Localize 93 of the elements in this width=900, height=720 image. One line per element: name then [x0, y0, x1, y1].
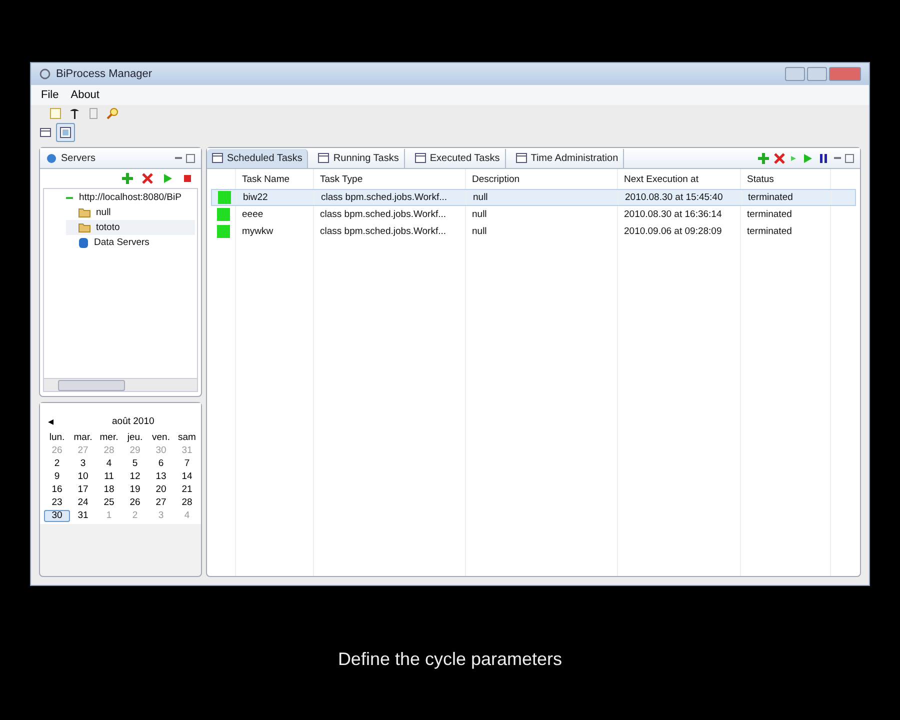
calendar-day[interactable]: 25 — [96, 497, 122, 509]
tab[interactable]: Time Administration — [510, 148, 624, 168]
play-icon[interactable] — [162, 173, 173, 184]
calendar-day[interactable]: 18 — [96, 484, 122, 496]
menu-item[interactable]: File — [41, 89, 59, 101]
table-row[interactable]: biw22 class bpm.sched.jobs.Workf... null 2010.08.30 at 15:45:40 terminated — [211, 189, 856, 206]
calendar-day[interactable]: 5 — [122, 458, 148, 470]
calendar-day[interactable]: 16 — [44, 484, 70, 496]
table-cell: terminated — [741, 223, 831, 240]
table-cell: 2010.08.30 at 15:45:40 — [619, 190, 742, 205]
horizontal-scrollbar[interactable] — [43, 378, 198, 392]
tab[interactable]: Scheduled Tasks — [207, 148, 308, 168]
window-icon[interactable] — [39, 126, 52, 139]
calendar-day[interactable]: 6 — [148, 458, 174, 470]
calendar-day[interactable]: 10 — [70, 471, 96, 483]
calendar-day[interactable]: 19 — [122, 484, 148, 496]
table-cell: mywkw — [236, 223, 314, 240]
calendar-day[interactable]: 26 — [122, 497, 148, 509]
document-icon[interactable] — [87, 107, 100, 120]
calendar-day[interactable]: 27 — [148, 497, 174, 509]
globe-icon — [46, 152, 57, 164]
step-icon[interactable] — [790, 154, 797, 162]
table-cell: class bpm.sched.jobs.Workf... — [314, 223, 466, 240]
table-cell: terminated — [741, 206, 831, 223]
folder-icon — [78, 222, 91, 233]
window-icon — [516, 153, 527, 163]
add-icon[interactable] — [758, 152, 769, 164]
table-cell: eeee — [236, 206, 314, 223]
window-title: BiProcess Manager — [56, 68, 152, 80]
calendar-day[interactable]: 30 — [44, 510, 70, 522]
delete-icon[interactable] — [142, 173, 153, 184]
app-icon — [39, 68, 51, 80]
calendar-day[interactable]: 7 — [174, 458, 200, 470]
maximize-icon[interactable] — [186, 154, 195, 162]
table-cell: terminated — [742, 190, 832, 205]
table-cell: null — [467, 190, 619, 205]
table-cell: null — [466, 223, 618, 240]
table-cell: 2010.09.06 at 09:28:09 — [618, 223, 741, 240]
previous-month-button[interactable]: ◂ — [48, 415, 54, 428]
pause-icon[interactable] — [818, 152, 829, 164]
weekday-label: mer. — [98, 432, 120, 444]
play-icon[interactable] — [802, 152, 813, 164]
table-cell: class bpm.sched.jobs.Workf... — [315, 190, 467, 205]
calendar-day[interactable]: 13 — [148, 471, 174, 483]
table-cell: null — [466, 206, 618, 223]
calendar-day[interactable]: 4 — [96, 458, 122, 470]
calendar-day[interactable]: 2 — [44, 458, 70, 470]
calendar-day[interactable]: 31 — [70, 510, 96, 522]
table-cell: class bpm.sched.jobs.Workf... — [314, 206, 466, 223]
weekday-label: jeu. — [126, 432, 144, 444]
maximize-icon[interactable] — [845, 154, 854, 162]
search-icon[interactable] — [106, 107, 119, 120]
calendar-day[interactable]: 17 — [70, 484, 96, 496]
calendar-day[interactable]: 9 — [44, 471, 70, 483]
stop-icon[interactable] — [182, 173, 193, 184]
pin-icon[interactable] — [68, 107, 81, 120]
tree-item[interactable]: Data Servers — [66, 235, 195, 250]
add-icon[interactable] — [122, 173, 133, 184]
calendar-day[interactable]: 28 — [174, 497, 200, 509]
new-file-icon[interactable] — [49, 107, 62, 120]
perspective-button[interactable] — [56, 123, 75, 142]
window-icon — [414, 153, 426, 163]
weekday-label: ven. — [151, 432, 171, 444]
calendar-day[interactable]: 21 — [174, 484, 200, 496]
folder-icon — [78, 207, 91, 218]
window-icon — [212, 153, 223, 163]
menu-item[interactable]: About — [70, 89, 100, 101]
weekday-label: lun. — [48, 432, 66, 444]
calendar-day[interactable]: 3 — [70, 458, 96, 470]
minimize-button[interactable] — [785, 67, 805, 81]
maximize-button[interactable] — [807, 67, 827, 81]
calendar-day[interactable]: 20 — [148, 484, 174, 496]
tree-item[interactable]: null — [66, 205, 195, 220]
tab[interactable]: Executed Tasks — [410, 148, 506, 168]
tab[interactable]: Running Tasks — [313, 148, 405, 168]
tree-item[interactable]: http://localhost:8080/BiP — [66, 190, 195, 205]
calendar-day[interactable]: 23 — [44, 497, 70, 509]
table-cell: biw22 — [237, 190, 315, 205]
weekday-label: sam — [177, 432, 197, 444]
calendar-day[interactable]: 12 — [122, 471, 148, 483]
calendar-day[interactable]: 11 — [96, 471, 122, 483]
tree-item[interactable]: tototo — [66, 220, 195, 235]
table-cell: 2010.08.30 at 16:36:14 — [618, 206, 741, 223]
delete-icon[interactable] — [774, 152, 785, 164]
calendar-day[interactable]: 24 — [70, 497, 96, 509]
window-icon — [318, 153, 330, 163]
table-row[interactable]: mywkw class bpm.sched.jobs.Workf... null 2010.09.06 at 09:28:09 terminated — [211, 223, 856, 240]
month-label: août 2010 — [112, 416, 154, 427]
calendar-day[interactable]: 14 — [174, 471, 200, 483]
window-icon — [59, 126, 72, 139]
table-row[interactable]: eeee class bpm.sched.jobs.Workf... null 2010.08.30 at 16:36:14 terminated — [211, 206, 856, 223]
video-caption: Define the cycle parameters — [336, 649, 564, 670]
weekday-label: mar. — [72, 432, 94, 444]
